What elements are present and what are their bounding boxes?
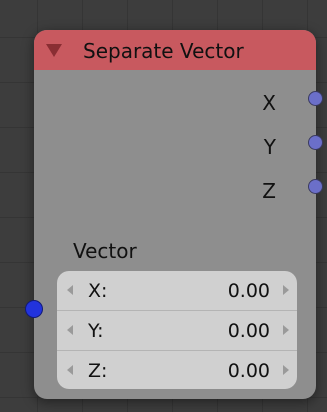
vector-input-socket[interactable]: [25, 300, 43, 318]
output-y-label: Y: [263, 135, 276, 159]
decrement-arrow-icon[interactable]: [67, 285, 73, 295]
vector-z-field[interactable]: Z: 0.00: [57, 351, 297, 389]
output-y-socket[interactable]: [308, 135, 323, 150]
field-y-value[interactable]: 0.00: [228, 320, 270, 342]
separate-vector-node[interactable]: Separate Vector X Y Z Vector X: 0.00 Y: …: [25, 30, 323, 399]
increment-arrow-icon[interactable]: [283, 285, 289, 295]
field-x-label: X:: [88, 280, 108, 302]
increment-arrow-icon[interactable]: [283, 365, 289, 375]
increment-arrow-icon[interactable]: [283, 325, 289, 335]
collapse-triangle-icon[interactable]: [46, 44, 62, 57]
field-y-label: Y:: [88, 320, 104, 342]
output-z-label: Z: [262, 179, 276, 203]
vector-input-label: Vector: [73, 239, 137, 263]
node-title: Separate Vector: [83, 39, 244, 63]
output-z-socket[interactable]: [308, 179, 323, 194]
output-x-socket[interactable]: [308, 91, 323, 106]
vector-y-field[interactable]: Y: 0.00: [57, 311, 297, 351]
node-header[interactable]: Separate Vector: [34, 30, 316, 70]
vector-fields: X: 0.00 Y: 0.00 Z: 0.00: [57, 271, 297, 389]
output-x-label: X: [262, 91, 276, 115]
field-z-value[interactable]: 0.00: [228, 360, 270, 382]
vector-x-field[interactable]: X: 0.00: [57, 271, 297, 311]
decrement-arrow-icon[interactable]: [67, 325, 73, 335]
decrement-arrow-icon[interactable]: [67, 365, 73, 375]
field-x-value[interactable]: 0.00: [228, 280, 270, 302]
field-z-label: Z:: [88, 360, 108, 382]
